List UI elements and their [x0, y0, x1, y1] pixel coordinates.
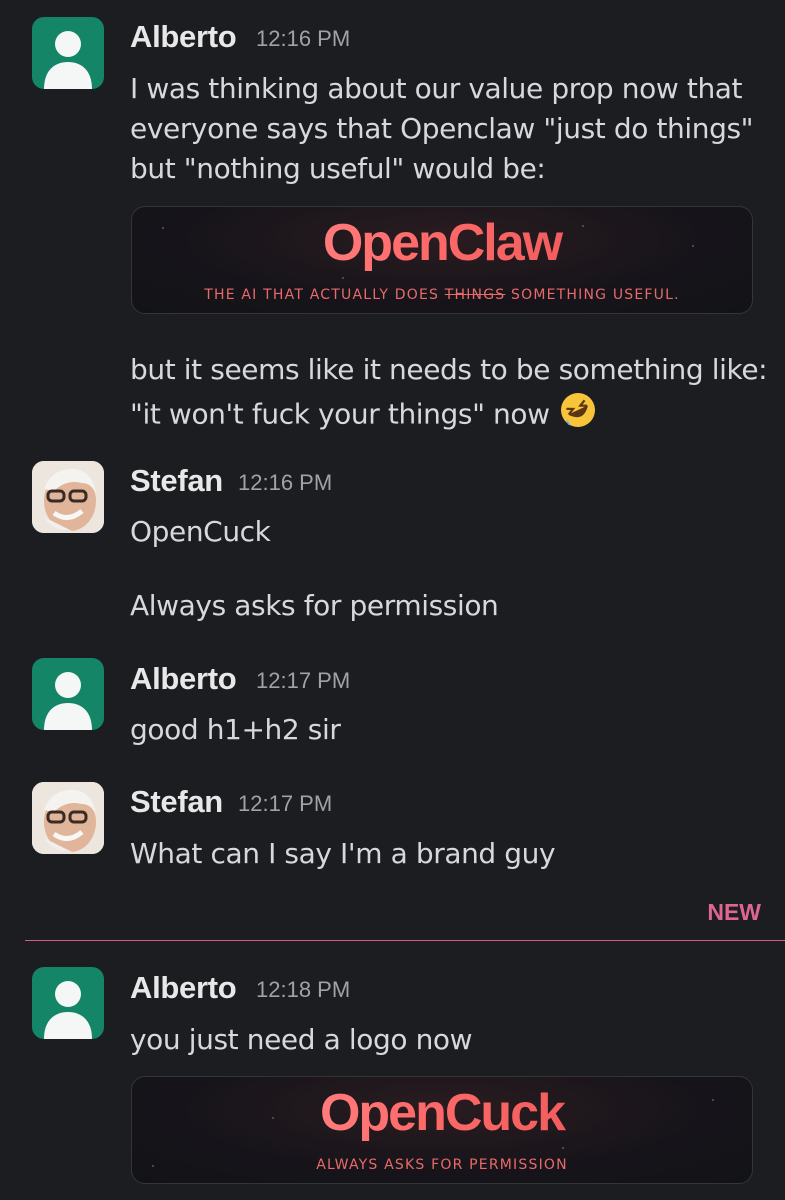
timestamp[interactable]: 12:17 PM [238, 791, 332, 817]
timestamp[interactable]: 12:16 PM [256, 26, 350, 52]
avatar[interactable] [32, 461, 104, 533]
default-user-icon [44, 31, 92, 89]
banner-tagline: THE AI THAT ACTUALLY DOES THINGS SOMETHI… [204, 287, 680, 303]
user-photo-icon [32, 461, 104, 533]
image-attachment[interactable]: OpenCuck ALWAYS ASKS FOR PERMISSION [131, 1076, 753, 1184]
message-text: but it seems like it needs to be somethi… [130, 350, 770, 441]
author-name[interactable]: Alberto [130, 19, 237, 55]
new-messages-label: NEW [707, 899, 761, 925]
avatar[interactable] [32, 17, 104, 89]
avatar[interactable] [32, 782, 104, 854]
message-text: I was thinking about our value prop now … [130, 72, 762, 185]
rolling-on-floor-laughing-icon [558, 390, 598, 441]
banner-logo: OpenCuck [132, 1083, 752, 1143]
timestamp[interactable]: 12:18 PM [256, 977, 350, 1003]
message-text: Always asks for permission [130, 589, 499, 622]
avatar[interactable] [32, 658, 104, 730]
message-text: What can I say I'm a brand guy [130, 837, 556, 870]
author-name[interactable]: Alberto [130, 661, 237, 697]
message-text: good h1+h2 sir [130, 713, 341, 746]
message-text: you just need a logo now [130, 1023, 473, 1056]
avatar[interactable] [32, 967, 104, 1039]
default-user-icon [44, 672, 92, 730]
default-user-icon [44, 981, 92, 1039]
banner-tagline: ALWAYS ASKS FOR PERMISSION [316, 1157, 568, 1173]
timestamp[interactable]: 12:16 PM [238, 470, 332, 496]
author-name[interactable]: Stefan [130, 463, 223, 499]
user-photo-icon [32, 782, 104, 854]
message-text: OpenCuck [130, 515, 271, 548]
timestamp[interactable]: 12:17 PM [256, 668, 350, 694]
author-name[interactable]: Stefan [130, 784, 223, 820]
banner-logo: OpenClaw [132, 213, 752, 273]
image-attachment[interactable]: OpenClaw THE AI THAT ACTUALLY DOES THING… [131, 206, 753, 314]
author-name[interactable]: Alberto [130, 970, 237, 1006]
new-messages-divider [25, 940, 785, 941]
